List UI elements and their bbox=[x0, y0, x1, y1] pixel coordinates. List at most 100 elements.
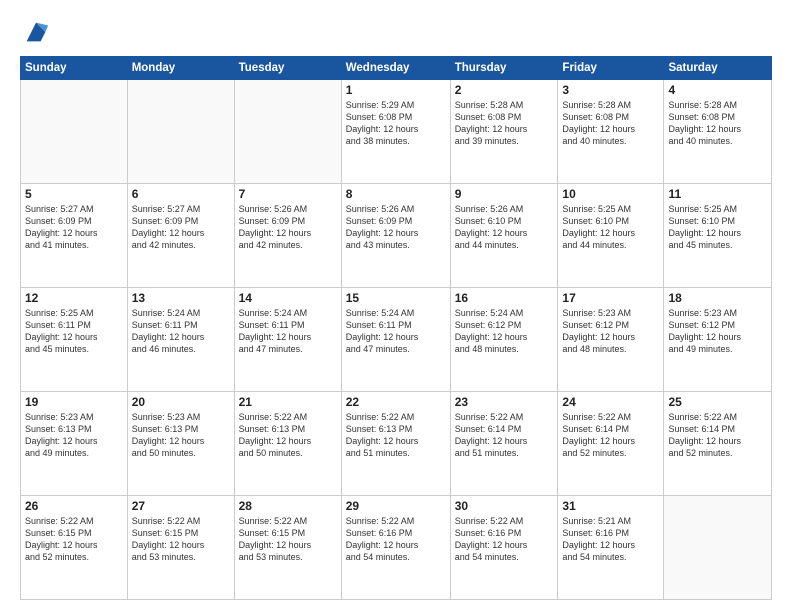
day-number: 23 bbox=[455, 395, 554, 409]
weekday-header-monday: Monday bbox=[127, 57, 234, 80]
day-number: 29 bbox=[346, 499, 446, 513]
day-number: 10 bbox=[562, 187, 659, 201]
day-info: Sunrise: 5:24 AM Sunset: 6:11 PM Dayligh… bbox=[346, 307, 446, 356]
calendar-cell: 31 Sunrise: 5:21 AM Sunset: 6:16 PM Dayli… bbox=[558, 496, 664, 600]
day-number: 31 bbox=[562, 499, 659, 513]
day-number: 13 bbox=[132, 291, 230, 305]
day-info: Sunrise: 5:22 AM Sunset: 6:13 PM Dayligh… bbox=[346, 411, 446, 460]
day-number: 3 bbox=[562, 83, 659, 97]
day-number: 22 bbox=[346, 395, 446, 409]
weekday-header-thursday: Thursday bbox=[450, 57, 558, 80]
calendar-cell: 4Sunrise: 5:28 AM Sunset: 6:08 PM Daylig… bbox=[664, 80, 772, 184]
calendar-cell: 12 Sunrise: 5:25 AM Sunset: 6:11 PM Dayli… bbox=[21, 288, 128, 392]
day-number: 9 bbox=[455, 187, 554, 201]
day-number: 5 bbox=[25, 187, 123, 201]
calendar-cell: 25 Sunrise: 5:22 AM Sunset: 6:14 PM Dayli… bbox=[664, 392, 772, 496]
day-info: Sunrise: 5:24 AM Sunset: 6:11 PM Dayligh… bbox=[132, 307, 230, 356]
calendar-cell: 22 Sunrise: 5:22 AM Sunset: 6:13 PM Dayli… bbox=[341, 392, 450, 496]
day-info: Sunrise: 5:27 AM Sunset: 6:09 PM Dayligh… bbox=[25, 203, 123, 252]
day-info: Sunrise: 5:22 AM Sunset: 6:15 PM Dayligh… bbox=[132, 515, 230, 564]
day-info: Sunrise: 5:22 AM Sunset: 6:13 PM Dayligh… bbox=[239, 411, 337, 460]
day-info: Sunrise: 5:22 AM Sunset: 6:15 PM Dayligh… bbox=[25, 515, 123, 564]
day-info: Sunrise: 5:25 AM Sunset: 6:10 PM Dayligh… bbox=[668, 203, 767, 252]
day-info: Sunrise: 5:26 AM Sunset: 6:09 PM Dayligh… bbox=[346, 203, 446, 252]
calendar-cell: 13 Sunrise: 5:24 AM Sunset: 6:11 PM Dayli… bbox=[127, 288, 234, 392]
day-number: 25 bbox=[668, 395, 767, 409]
weekday-header-tuesday: Tuesday bbox=[234, 57, 341, 80]
day-number: 6 bbox=[132, 187, 230, 201]
calendar-cell: 18 Sunrise: 5:23 AM Sunset: 6:12 PM Dayli… bbox=[664, 288, 772, 392]
calendar-week-row: 5 Sunrise: 5:27 AM Sunset: 6:09 PM Daylig… bbox=[21, 184, 772, 288]
day-info: Sunrise: 5:23 AM Sunset: 6:12 PM Dayligh… bbox=[562, 307, 659, 356]
day-info: Sunrise: 5:22 AM Sunset: 6:14 PM Dayligh… bbox=[455, 411, 554, 460]
calendar-cell: 27 Sunrise: 5:22 AM Sunset: 6:15 PM Dayli… bbox=[127, 496, 234, 600]
calendar-cell: 9Sunrise: 5:26 AM Sunset: 6:10 PM Daylig… bbox=[450, 184, 558, 288]
day-number: 14 bbox=[239, 291, 337, 305]
calendar-cell: 30 Sunrise: 5:22 AM Sunset: 6:16 PM Dayli… bbox=[450, 496, 558, 600]
calendar-week-row: 1Sunrise: 5:29 AM Sunset: 6:08 PM Daylig… bbox=[21, 80, 772, 184]
day-number: 4 bbox=[668, 83, 767, 97]
day-number: 19 bbox=[25, 395, 123, 409]
calendar-cell: 15 Sunrise: 5:24 AM Sunset: 6:11 PM Dayli… bbox=[341, 288, 450, 392]
day-number: 17 bbox=[562, 291, 659, 305]
weekday-header-wednesday: Wednesday bbox=[341, 57, 450, 80]
day-info: Sunrise: 5:27 AM Sunset: 6:09 PM Dayligh… bbox=[132, 203, 230, 252]
calendar-cell: 7 Sunrise: 5:26 AM Sunset: 6:09 PM Daylig… bbox=[234, 184, 341, 288]
weekday-header-sunday: Sunday bbox=[21, 57, 128, 80]
page: SundayMondayTuesdayWednesdayThursdayFrid… bbox=[0, 0, 792, 612]
calendar-cell: 20 Sunrise: 5:23 AM Sunset: 6:13 PM Dayli… bbox=[127, 392, 234, 496]
day-info: Sunrise: 5:28 AM Sunset: 6:08 PM Dayligh… bbox=[562, 99, 659, 148]
day-number: 16 bbox=[455, 291, 554, 305]
calendar-cell: 24 Sunrise: 5:22 AM Sunset: 6:14 PM Dayli… bbox=[558, 392, 664, 496]
calendar-cell: 2 Sunrise: 5:28 AM Sunset: 6:08 PM Daylig… bbox=[450, 80, 558, 184]
day-number: 24 bbox=[562, 395, 659, 409]
calendar-cell: 8 Sunrise: 5:26 AM Sunset: 6:09 PM Daylig… bbox=[341, 184, 450, 288]
calendar-week-row: 12 Sunrise: 5:25 AM Sunset: 6:11 PM Dayli… bbox=[21, 288, 772, 392]
calendar-week-row: 19 Sunrise: 5:23 AM Sunset: 6:13 PM Dayli… bbox=[21, 392, 772, 496]
day-info: Sunrise: 5:22 AM Sunset: 6:16 PM Dayligh… bbox=[455, 515, 554, 564]
day-number: 11 bbox=[668, 187, 767, 201]
calendar-cell bbox=[21, 80, 128, 184]
calendar-cell: 29 Sunrise: 5:22 AM Sunset: 6:16 PM Dayli… bbox=[341, 496, 450, 600]
day-number: 15 bbox=[346, 291, 446, 305]
calendar-cell: 19 Sunrise: 5:23 AM Sunset: 6:13 PM Dayli… bbox=[21, 392, 128, 496]
day-info: Sunrise: 5:22 AM Sunset: 6:14 PM Dayligh… bbox=[562, 411, 659, 460]
day-number: 7 bbox=[239, 187, 337, 201]
day-info: Sunrise: 5:25 AM Sunset: 6:11 PM Dayligh… bbox=[25, 307, 123, 356]
day-info: Sunrise: 5:22 AM Sunset: 6:14 PM Dayligh… bbox=[668, 411, 767, 460]
calendar-cell: 1Sunrise: 5:29 AM Sunset: 6:08 PM Daylig… bbox=[341, 80, 450, 184]
day-info: Sunrise: 5:24 AM Sunset: 6:11 PM Dayligh… bbox=[239, 307, 337, 356]
calendar-cell bbox=[234, 80, 341, 184]
day-info: Sunrise: 5:26 AM Sunset: 6:09 PM Dayligh… bbox=[239, 203, 337, 252]
day-number: 2 bbox=[455, 83, 554, 97]
calendar-cell: 26 Sunrise: 5:22 AM Sunset: 6:15 PM Dayli… bbox=[21, 496, 128, 600]
day-info: Sunrise: 5:22 AM Sunset: 6:16 PM Dayligh… bbox=[346, 515, 446, 564]
calendar-cell: 11 Sunrise: 5:25 AM Sunset: 6:10 PM Dayli… bbox=[664, 184, 772, 288]
calendar-cell: 21 Sunrise: 5:22 AM Sunset: 6:13 PM Dayli… bbox=[234, 392, 341, 496]
calendar-cell bbox=[127, 80, 234, 184]
day-number: 8 bbox=[346, 187, 446, 201]
calendar-cell bbox=[664, 496, 772, 600]
logo bbox=[20, 18, 50, 46]
day-number: 20 bbox=[132, 395, 230, 409]
day-info: Sunrise: 5:23 AM Sunset: 6:13 PM Dayligh… bbox=[132, 411, 230, 460]
calendar-cell: 28Sunrise: 5:22 AM Sunset: 6:15 PM Dayli… bbox=[234, 496, 341, 600]
calendar-cell: 6 Sunrise: 5:27 AM Sunset: 6:09 PM Daylig… bbox=[127, 184, 234, 288]
day-number: 12 bbox=[25, 291, 123, 305]
day-info: Sunrise: 5:21 AM Sunset: 6:16 PM Dayligh… bbox=[562, 515, 659, 564]
logo-icon bbox=[22, 18, 50, 46]
calendar-cell: 17 Sunrise: 5:23 AM Sunset: 6:12 PM Dayli… bbox=[558, 288, 664, 392]
day-number: 30 bbox=[455, 499, 554, 513]
calendar-cell: 16Sunrise: 5:24 AM Sunset: 6:12 PM Dayli… bbox=[450, 288, 558, 392]
day-number: 21 bbox=[239, 395, 337, 409]
day-info: Sunrise: 5:29 AM Sunset: 6:08 PM Dayligh… bbox=[346, 99, 446, 148]
day-number: 18 bbox=[668, 291, 767, 305]
calendar-table: SundayMondayTuesdayWednesdayThursdayFrid… bbox=[20, 56, 772, 600]
day-info: Sunrise: 5:25 AM Sunset: 6:10 PM Dayligh… bbox=[562, 203, 659, 252]
day-info: Sunrise: 5:28 AM Sunset: 6:08 PM Dayligh… bbox=[455, 99, 554, 148]
day-info: Sunrise: 5:23 AM Sunset: 6:13 PM Dayligh… bbox=[25, 411, 123, 460]
day-number: 26 bbox=[25, 499, 123, 513]
day-number: 28 bbox=[239, 499, 337, 513]
day-number: 27 bbox=[132, 499, 230, 513]
day-info: Sunrise: 5:23 AM Sunset: 6:12 PM Dayligh… bbox=[668, 307, 767, 356]
